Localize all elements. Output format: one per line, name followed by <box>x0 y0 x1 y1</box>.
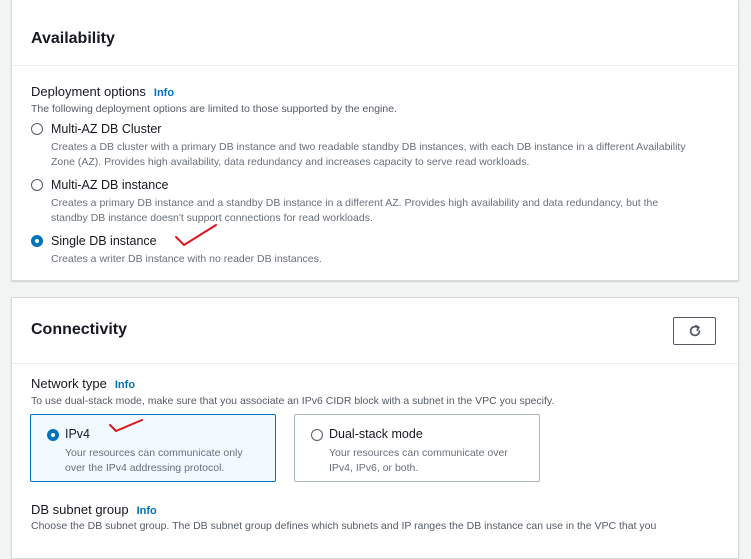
deployment-options-desc: The following deployment options are lim… <box>31 103 397 115</box>
radio-multi-az-instance[interactable] <box>31 179 43 191</box>
radio-single-instance[interactable] <box>31 235 43 247</box>
db-subnet-info-link[interactable]: Info <box>137 505 157 517</box>
availability-title: Availability <box>31 30 115 47</box>
network-type-text: Network type <box>31 376 107 391</box>
network-option-label: IPv4 <box>65 427 91 441</box>
connectivity-title: Connectivity <box>31 321 128 338</box>
deployment-info-link[interactable]: Info <box>154 87 174 99</box>
network-desc-line1: Your resources can communicate only <box>65 447 243 459</box>
network-desc-line1: Your resources can communicate over <box>329 447 508 459</box>
network-type-desc: To use dual-stack mode, make sure that y… <box>31 395 555 407</box>
db-subnet-group-label: DB subnet group Info <box>31 502 157 517</box>
deployment-options-text: Deployment options <box>31 84 146 99</box>
network-option-dual-stack[interactable]: Dual-stack mode Your resources can commu… <box>294 414 540 482</box>
network-type-label: Network type Info <box>31 376 135 391</box>
db-subnet-group-text: DB subnet group <box>31 502 129 517</box>
network-desc-line2: over the IPv4 addressing protocol. <box>65 462 225 474</box>
connectivity-header: Connectivity <box>12 298 738 364</box>
connectivity-panel: Connectivity Network type Info To use dua… <box>11 297 739 559</box>
option-desc: Creates a DB cluster with a primary DB i… <box>51 140 686 170</box>
availability-header: Availability <box>12 0 738 66</box>
option-desc-line1: Creates a writer DB instance with no rea… <box>51 253 322 265</box>
red-checkmark-annotation <box>175 224 217 246</box>
refresh-button[interactable] <box>673 317 716 345</box>
availability-panel: Availability Deployment options Info The … <box>11 0 739 281</box>
option-desc-line1: Creates a DB cluster with a primary DB i… <box>51 141 686 153</box>
option-label: Multi-AZ DB instance <box>51 178 169 192</box>
option-label: Single DB instance <box>51 234 157 248</box>
deployment-options-label: Deployment options Info <box>31 84 174 99</box>
network-option-desc: Your resources can communicate over IPv4… <box>329 446 508 476</box>
radio-multi-az-cluster[interactable] <box>31 123 43 135</box>
radio-dual-stack[interactable] <box>311 429 323 441</box>
db-subnet-group-desc: Choose the DB subnet group. The DB subne… <box>31 520 657 532</box>
option-label: Multi-AZ DB Cluster <box>51 122 162 136</box>
option-desc: Creates a primary DB instance and a stan… <box>51 196 658 226</box>
option-desc-line2: Zone (AZ). Provides high availability, d… <box>51 156 530 168</box>
radio-ipv4[interactable] <box>47 429 59 441</box>
network-option-desc: Your resources can communicate only over… <box>65 446 243 476</box>
network-desc-line2: IPv4, IPv6, or both. <box>329 462 419 474</box>
network-option-label: Dual-stack mode <box>329 427 423 441</box>
network-type-info-link[interactable]: Info <box>115 379 135 391</box>
refresh-icon <box>689 324 700 337</box>
option-desc: Creates a writer DB instance with no rea… <box>51 252 322 267</box>
option-desc-line1: Creates a primary DB instance and a stan… <box>51 197 659 209</box>
red-checkmark-annotation <box>109 419 143 432</box>
network-option-ipv4[interactable]: IPv4 Your resources can communicate only… <box>30 414 276 482</box>
